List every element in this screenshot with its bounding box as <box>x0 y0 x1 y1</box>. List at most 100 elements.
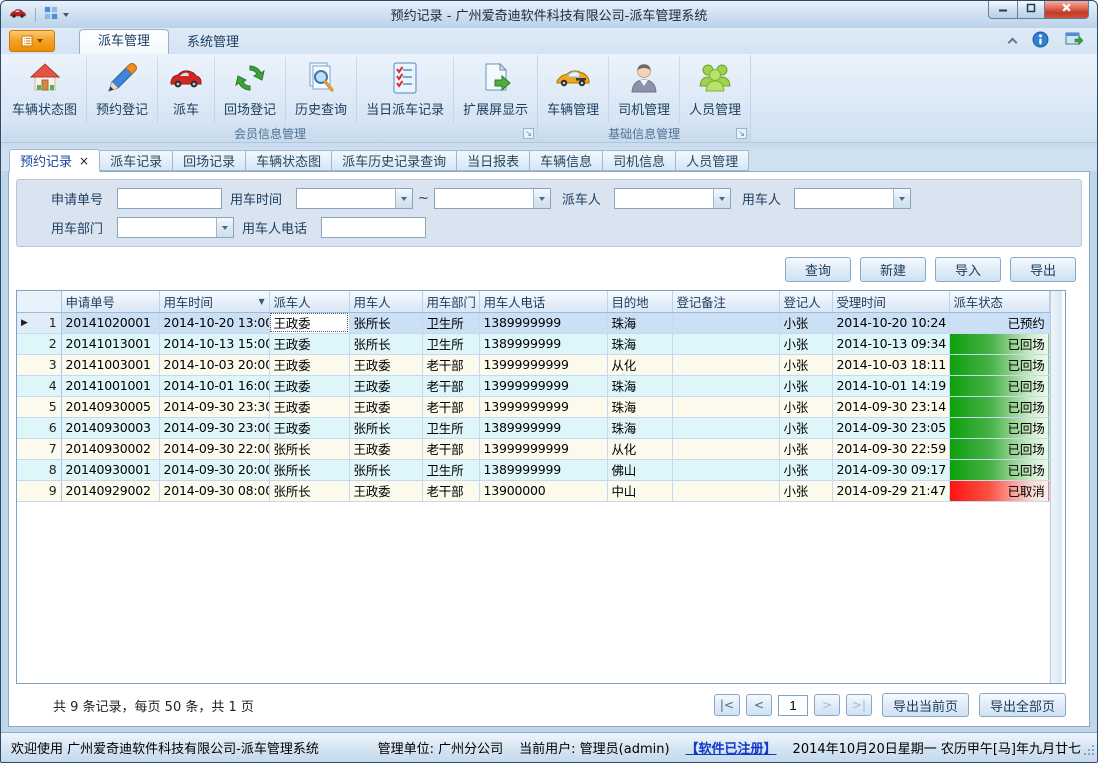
cell-用车人电话[interactable]: 1389999999 <box>479 417 607 438</box>
ribbon-button-扩展屏显示[interactable]: 扩展屏显示 <box>454 57 537 123</box>
cell-派车状态[interactable]: 已预约 <box>949 312 1049 333</box>
cell-申请单号[interactable]: 20141020001 <box>61 312 159 333</box>
cell-用车时间[interactable]: 2014-10-01 16:00 <box>159 375 269 396</box>
cell-目的地[interactable]: 珠海 <box>607 396 672 417</box>
cell-用车部门[interactable]: 卫生所 <box>422 312 479 333</box>
row-header[interactable]: 8 <box>17 459 61 480</box>
last-page-button[interactable]: >| <box>846 694 872 716</box>
cell-派车状态[interactable]: 已回场 <box>949 417 1049 438</box>
cell-用车人电话[interactable]: 1389999999 <box>479 459 607 480</box>
export-all-pages-button[interactable]: 导出全部页 <box>979 693 1066 717</box>
close-button[interactable] <box>1044 1 1089 19</box>
ribbon-tab-系统管理[interactable]: 系统管理 <box>169 31 257 54</box>
cell-派车状态[interactable]: 已回场 <box>949 375 1049 396</box>
ribbon-button-当日派车记录[interactable]: 当日派车记录 <box>357 57 454 123</box>
page-input[interactable] <box>778 695 808 716</box>
cell-登记备注[interactable] <box>672 333 779 354</box>
cell-登记备注[interactable] <box>672 396 779 417</box>
cell-派车人[interactable]: 王政委 <box>269 333 349 354</box>
cell-申请单号[interactable]: 20141003001 <box>61 354 159 375</box>
next-page-button[interactable]: > <box>814 694 840 716</box>
dispatcher-combo[interactable] <box>614 188 731 209</box>
cell-用车时间[interactable]: 2014-09-30 23:00 <box>159 417 269 438</box>
doc-tab-派车历史记录查询[interactable]: 派车历史记录查询 <box>332 150 457 171</box>
row-header[interactable]: 9 <box>17 480 61 501</box>
cell-目的地[interactable]: 珠海 <box>607 333 672 354</box>
chevron-down-icon[interactable] <box>533 189 550 208</box>
cell-用车部门[interactable]: 老干部 <box>422 396 479 417</box>
row-header[interactable]: 6 <box>17 417 61 438</box>
chevron-down-icon[interactable] <box>216 218 233 237</box>
maximize-button[interactable] <box>1017 1 1044 19</box>
doc-tab-车辆状态图[interactable]: 车辆状态图 <box>246 150 332 171</box>
cell-用车时间[interactable]: 2014-10-20 13:00 <box>159 312 269 333</box>
cell-目的地[interactable]: 珠海 <box>607 417 672 438</box>
ribbon-button-车辆管理[interactable]: 车辆管理 <box>538 57 609 123</box>
import-button[interactable]: 导入 <box>935 257 1001 282</box>
cell-目的地[interactable]: 中山 <box>607 480 672 501</box>
cell-登记人[interactable]: 小张 <box>779 480 832 501</box>
quick-access-layout-icon[interactable] <box>44 6 58 24</box>
cell-用车人电话[interactable]: 1389999999 <box>479 333 607 354</box>
ribbon-button-回场登记[interactable]: 回场登记 <box>215 57 286 123</box>
user-combo[interactable] <box>794 188 911 209</box>
chevron-down-icon[interactable] <box>713 189 730 208</box>
cell-用车人电话[interactable]: 13900000 <box>479 480 607 501</box>
skin-icon[interactable] <box>1065 31 1083 51</box>
row-header[interactable]: 1▶ <box>17 312 61 333</box>
cell-登记备注[interactable] <box>672 480 779 501</box>
cell-受理时间[interactable]: 2014-10-13 09:34 <box>832 333 949 354</box>
doc-tab-人员管理[interactable]: 人员管理 <box>676 150 749 171</box>
cell-受理时间[interactable]: 2014-10-03 18:11 <box>832 354 949 375</box>
cell-用车人[interactable]: 王政委 <box>349 396 422 417</box>
cell-用车人[interactable]: 张所长 <box>349 417 422 438</box>
cell-派车状态[interactable]: 已回场 <box>949 354 1049 375</box>
resize-grip-icon[interactable] <box>1084 745 1095 760</box>
cell-登记人[interactable]: 小张 <box>779 459 832 480</box>
cell-派车人[interactable]: 王政委 <box>269 354 349 375</box>
cell-目的地[interactable]: 珠海 <box>607 312 672 333</box>
cell-派车人[interactable]: 王政委 <box>269 375 349 396</box>
prev-page-button[interactable]: < <box>746 694 772 716</box>
cell-用车时间[interactable]: 2014-10-03 20:00 <box>159 354 269 375</box>
cell-申请单号[interactable]: 20140930001 <box>61 459 159 480</box>
department-combo[interactable] <box>117 217 234 238</box>
doc-tab-司机信息[interactable]: 司机信息 <box>603 150 676 171</box>
cell-登记人[interactable]: 小张 <box>779 354 832 375</box>
cell-登记备注[interactable] <box>672 438 779 459</box>
column-header-受理时间[interactable]: 受理时间 <box>832 291 949 312</box>
column-header-申请单号[interactable]: 申请单号 <box>61 291 159 312</box>
cell-受理时间[interactable]: 2014-09-30 23:14 <box>832 396 949 417</box>
cell-用车人[interactable]: 张所长 <box>349 333 422 354</box>
column-header-用车人[interactable]: 用车人 <box>349 291 422 312</box>
cell-登记备注[interactable] <box>672 312 779 333</box>
info-icon[interactable] <box>1032 31 1049 52</box>
row-header[interactable]: 2 <box>17 333 61 354</box>
cell-用车时间[interactable]: 2014-09-30 08:00 <box>159 480 269 501</box>
use-time-to-combo[interactable] <box>434 188 551 209</box>
cell-用车人[interactable]: 王政委 <box>349 480 422 501</box>
cell-派车状态[interactable]: 已回场 <box>949 396 1049 417</box>
cell-受理时间[interactable]: 2014-09-30 22:59 <box>832 438 949 459</box>
cell-登记备注[interactable] <box>672 354 779 375</box>
cell-申请单号[interactable]: 20140930005 <box>61 396 159 417</box>
cell-派车人[interactable]: 张所长 <box>269 480 349 501</box>
cell-用车部门[interactable]: 老干部 <box>422 480 479 501</box>
cell-用车部门[interactable]: 卫生所 <box>422 333 479 354</box>
cell-登记人[interactable]: 小张 <box>779 438 832 459</box>
column-header-派车人[interactable]: 派车人 <box>269 291 349 312</box>
cell-受理时间[interactable]: 2014-09-29 21:47 <box>832 480 949 501</box>
cell-登记人[interactable]: 小张 <box>779 333 832 354</box>
cell-受理时间[interactable]: 2014-10-01 14:19 <box>832 375 949 396</box>
cell-派车状态[interactable]: 已回场 <box>949 438 1049 459</box>
doc-tab-当日报表[interactable]: 当日报表 <box>457 150 530 171</box>
ribbon-button-历史查询[interactable]: 历史查询 <box>286 57 357 123</box>
cell-用车人[interactable]: 张所长 <box>349 459 422 480</box>
ribbon-button-司机管理[interactable]: 司机管理 <box>609 57 680 123</box>
ribbon-button-人员管理[interactable]: 人员管理 <box>680 57 750 123</box>
cell-受理时间[interactable]: 2014-09-30 09:17 <box>832 459 949 480</box>
query-button[interactable]: 查询 <box>785 257 851 282</box>
cell-派车状态[interactable]: 已取消 <box>949 480 1049 501</box>
application-menu-button[interactable] <box>9 30 55 52</box>
cell-用车人电话[interactable]: 13999999999 <box>479 354 607 375</box>
